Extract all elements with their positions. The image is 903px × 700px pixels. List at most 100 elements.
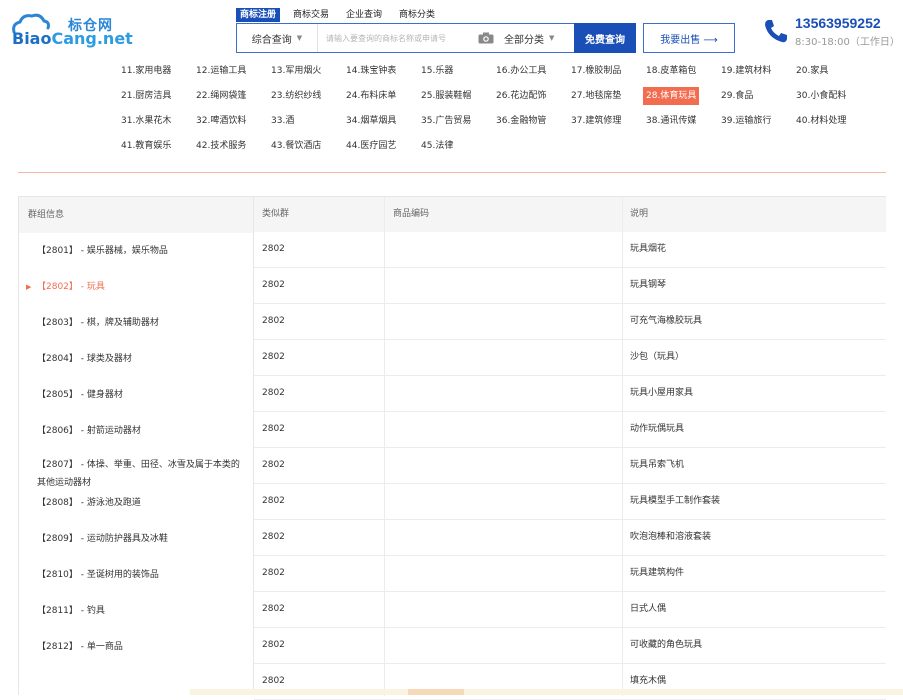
camera-icon[interactable] [478,32,494,44]
category-item[interactable]: 13.军用烟火 [268,62,324,80]
table-row: 2802 玩具烟花 [254,232,886,268]
category-item[interactable]: 39.运输旅行 [718,112,774,130]
cell-group: 2802 [262,280,285,290]
cell-desc: 玩具建筑构件 [630,568,685,578]
category-item[interactable]: 12.运输工具 [193,62,249,80]
table-row: 2802 动作玩偶玩具 [254,412,886,448]
cell-group: 2802 [262,460,285,470]
logo-english-name: BiaoCang.net [12,29,133,48]
table-header: 类似群 商品编码 说明 [254,197,886,232]
group-panel-header: 群组信息 [19,197,253,233]
chevron-down-icon: ▼ [296,34,303,42]
phone-number: 13563959252 [795,15,881,31]
category-item[interactable]: 36.金融物管 [493,112,549,130]
cell-desc: 玩具模型手工制作套装 [630,496,721,506]
site-header: 标仓网 BiaoCang.net 商标注册 商标交易 企业查询 商标分类 综合查… [0,0,903,58]
cell-desc: 吹泡泡棒和溶液套装 [630,532,712,542]
group-item[interactable]: 【2808】 - 游泳池及跑道 [19,494,253,512]
cell-desc: 玩具小屋用家具 [630,388,694,398]
category-item[interactable]: 41.教育娱乐 [118,137,174,155]
divider [18,172,886,173]
site-logo[interactable]: 标仓网 BiaoCang.net [10,12,133,48]
category-item[interactable]: 17.橡胶制品 [568,62,624,80]
table-row: 2802 玩具小屋用家具 [254,376,886,412]
category-item[interactable]: 11.家用电器 [118,62,174,80]
group-item[interactable]: 【2812】 - 单一商品 [19,638,253,656]
category-item[interactable]: 26.花边配饰 [493,87,549,105]
table-row: 2802 吹泡泡棒和溶液套装 [254,520,886,556]
header-goods-code: 商品编码 [393,209,430,219]
bottom-strip [190,689,903,695]
cell-group: 2802 [262,316,285,326]
category-item[interactable]: 23.纺织纱线 [268,87,324,105]
category-item[interactable]: 27.地毯席垫 [568,87,624,105]
category-item[interactable]: 38.通讯传媒 [643,112,699,130]
category-item[interactable]: 18.皮革箱包 [643,62,699,80]
tab-trademark-class[interactable]: 商标分类 [395,8,439,22]
sell-button[interactable]: 我要出售 ⟶ [643,23,735,53]
table-row: 2802 可收藏的角色玩具 [254,628,886,664]
group-item[interactable]: 【2807】 - 体操、举重、田径、冰雪及属于本类的其他运动器材 [19,456,253,492]
tab-trademark-register[interactable]: 商标注册 [236,8,281,22]
category-item[interactable]: 15.乐器 [418,62,456,80]
search-box: 综合查询▼ 全部分类▼ 免费查询 [236,23,636,53]
category-item[interactable]: 40.材料处理 [793,112,849,130]
category-item[interactable]: 33.酒 [268,112,297,130]
category-item[interactable]: 35.广告贸易 [418,112,474,130]
group-item[interactable]: 【2805】 - 健身器材 [19,386,253,404]
category-item[interactable]: 22.绳网袋篷 [193,87,249,105]
group-item[interactable]: 【2803】 - 棋，牌及辅助器材 [19,314,253,332]
cell-group: 2802 [262,388,285,398]
tab-trademark-trade[interactable]: 商标交易 [289,8,333,22]
category-item[interactable]: 19.建筑材料 [718,62,774,80]
category-item[interactable]: 32.啤酒饮料 [193,112,249,130]
cell-desc: 玩具吊索飞机 [630,460,685,470]
category-item[interactable]: 16.办公工具 [493,62,549,80]
search-type-select[interactable]: 综合查询 ▼ [237,24,318,52]
chevron-down-icon: ▼ [549,34,555,42]
category-item[interactable]: 30.小食配料 [793,87,849,105]
goods-table: 类似群 商品编码 说明 2802 玩具烟花 2802 玩具钢琴 2802 可充气海橡胶玩具… [254,196,886,700]
category-item[interactable]: 42.技术服务 [193,137,249,155]
category-item[interactable]: 44.医疗园艺 [343,137,399,155]
group-item[interactable]: 【2811】 - 钓具 [19,602,253,620]
category-item[interactable]: 28.体育玩具 [643,87,700,105]
category-item[interactable]: 21.厨房洁具 [118,87,174,105]
category-item[interactable]: 31.水果花木 [118,112,174,130]
table-row: 2802 玩具钢琴 [254,268,886,304]
cell-group: 2802 [262,568,285,578]
group-item[interactable]: 【2804】 - 球类及器材 [19,350,253,368]
category-item[interactable]: 25.服装鞋帽 [418,87,474,105]
group-panel: 群组信息 【2801】 - 娱乐器械，娱乐物品 ▶ 【2802】 - 玩具 【2803… [18,196,254,695]
table-row: 2802 可充气海橡胶玩具 [254,304,886,340]
phone-icon [765,20,787,43]
free-search-button[interactable]: 免费查询 [574,23,636,53]
cell-group: 2802 [262,640,285,650]
category-item[interactable]: 45.法律 [418,137,456,155]
cell-desc: 沙包（玩具） [630,352,685,362]
category-item[interactable]: 14.珠宝钟表 [343,62,399,80]
group-item[interactable]: 【2806】 - 射箭运动器材 [19,422,253,440]
cell-group: 2802 [262,424,285,434]
category-item[interactable]: 34.烟草烟具 [343,112,399,130]
category-item[interactable]: 43.餐饮酒店 [268,137,324,155]
group-item[interactable]: 【2801】 - 娱乐器械，娱乐物品 [19,242,253,260]
tab-company-query[interactable]: 企业查询 [342,8,386,22]
cell-desc: 玩具烟花 [630,244,667,254]
header-description: 说明 [630,209,649,219]
table-row: 2802 玩具吊索飞机 [254,448,886,484]
category-item[interactable]: 20.家具 [793,62,831,80]
category-item[interactable]: 37.建筑修理 [568,112,624,130]
table-row: 2802 玩具模型手工制作套装 [254,484,886,520]
group-item[interactable]: 【2809】 - 运动防护器具及冰鞋 [19,530,253,548]
category-item[interactable]: 29.食品 [718,87,756,105]
cell-desc: 动作玩偶玩具 [630,424,685,434]
category-item[interactable]: 24.布料床单 [343,87,399,105]
class-select[interactable]: 全部分类 ▼ [504,24,574,52]
group-item[interactable]: ▶ 【2802】 - 玩具 [19,278,253,296]
header-similar-group: 类似群 [262,209,290,219]
caret-right-icon: ▶ [26,283,32,291]
search-input[interactable] [318,25,478,51]
cell-group: 2802 [262,604,285,614]
group-item[interactable]: 【2810】 - 圣诞树用的装饰品 [19,566,253,584]
